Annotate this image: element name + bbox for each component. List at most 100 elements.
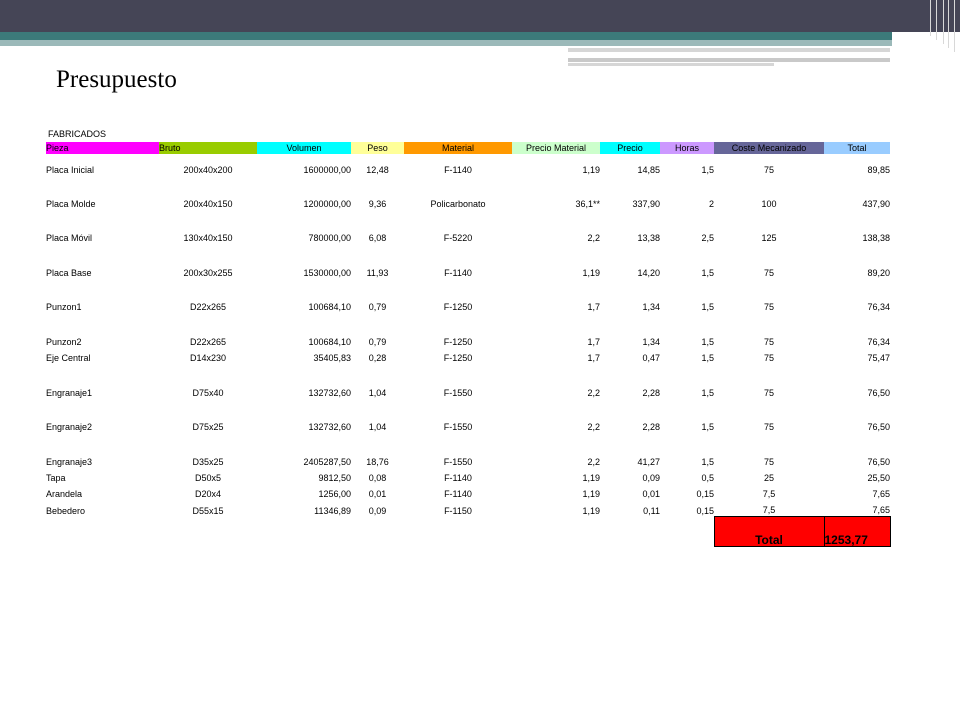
table-cell: 14,85 [637, 165, 660, 175]
table-cell: 1600000,00 [303, 165, 351, 175]
table-cell: F-1140 [444, 268, 472, 278]
table-row: Placa Molde 200x40x150 1200000,00 9,36 Polic… [46, 176, 890, 210]
table-cell: 1,5 [701, 165, 714, 175]
table-cell: 0,15 [696, 505, 714, 516]
table-cell: 0,11 [643, 505, 660, 516]
table-cell: 75 [763, 268, 774, 278]
table-cell: Tapa [46, 473, 66, 483]
page-title: Presupuesto [56, 66, 177, 93]
table-cell: Punzon1 [46, 302, 82, 312]
table-cell: 2 [708, 199, 714, 209]
table-cell: F-1550 [443, 422, 473, 432]
empty-cell [512, 517, 600, 547]
table-cell: 75 [763, 388, 774, 398]
header-cell: Volumen [257, 142, 351, 154]
table-cell: 132732,60 [308, 422, 351, 432]
header-cell: Pieza [46, 142, 159, 154]
table-cell: F-1550 [443, 388, 473, 398]
empty-cell [600, 517, 660, 547]
table-cell: 14,20 [637, 268, 660, 278]
table-cell: 0,09 [368, 505, 387, 516]
decor-vline [930, 0, 931, 36]
table-cell: 36,1** [575, 199, 600, 209]
table-cell: 1,7 [587, 337, 600, 347]
table-cell: 2,5 [701, 233, 714, 243]
empty-cell [660, 517, 714, 547]
table-row: Engranaje1 D75x40 132732,60 1,04 F-1550 2,2 2,… [46, 364, 890, 399]
table-cell: 76,50 [867, 422, 890, 432]
table-cell: Eje Central [46, 353, 91, 363]
table-cell: 76,50 [867, 457, 890, 467]
empty-cell [257, 517, 351, 547]
table-cell: Placa Móvil [46, 233, 93, 243]
table-cell: 1,34 [642, 302, 660, 312]
table-cell: 0,08 [368, 473, 387, 483]
table-cell: 100684,10 [308, 302, 351, 312]
decor-vline [954, 0, 955, 52]
table-cell: 1,5 [701, 302, 714, 312]
table-cell: 1,04 [368, 388, 387, 398]
table-cell: F-1250 [443, 353, 473, 363]
header-cell: Precio [600, 142, 660, 154]
table-cell: Engranaje2 [46, 422, 93, 432]
table-cell: 13,38 [637, 233, 660, 243]
table-cell: 7,65 [872, 489, 890, 499]
table-cell: 2405287,50 [303, 457, 351, 467]
table-cell: 76,34 [867, 302, 890, 312]
table-cell: F-1550 [443, 457, 473, 467]
table-cell: 132732,60 [308, 388, 351, 398]
table-cell: Placa Molde [46, 199, 96, 209]
table-row: Punzon2 D22x265 100684,10 0,79 F-1250 1,7 1,34… [46, 313, 890, 348]
grand-total-value: 1253,77 [823, 516, 891, 547]
table-cell: 89,20 [867, 268, 890, 278]
budget-table: Pieza Bruto Volumen Peso Material Precio Mate… [46, 142, 891, 547]
table-cell: 1,19 [582, 489, 600, 499]
table-cell: 2,2 [587, 233, 600, 243]
table-cell: D22x265 [189, 302, 227, 312]
table-cell: 12,48 [366, 165, 389, 175]
table-cell: 6,08 [368, 233, 387, 243]
table-cell: D55x15 [192, 505, 224, 516]
decor-vline [943, 0, 944, 44]
table-cell: 437,90 [862, 199, 890, 209]
table-cell: D75x25 [192, 422, 224, 432]
table-row: Placa Inicial 200x40x200 1600000,00 12,48 F-… [46, 154, 890, 176]
table-cell: F-1250 [443, 302, 473, 312]
table-cell: 75 [763, 353, 774, 363]
table-cell: D35x25 [192, 457, 224, 467]
table-cell: 1256,00 [318, 489, 351, 499]
table-cell: 130x40x150 [183, 233, 233, 243]
table-cell: 1,19 [582, 165, 600, 175]
table-cell: 11346,89 [314, 505, 351, 516]
table-cell: 7,65 [872, 505, 890, 515]
table-row: Eje Central D14x230 35405,83 0,28 F-1250 1,7 0… [46, 348, 890, 364]
table-cell: 7,5 [762, 489, 776, 499]
empty-cell [159, 517, 257, 547]
empty-cell [404, 517, 512, 547]
table-cell: 35405,83 [313, 353, 351, 363]
table-cell: 138,38 [862, 233, 890, 243]
table-cell: 0,47 [642, 353, 660, 363]
table-cell: 75,47 [867, 353, 890, 363]
table-cell: 89,85 [867, 165, 890, 175]
table-cell: Engranaje3 [46, 457, 93, 467]
grand-total-label: Total [713, 516, 825, 547]
table-cell: 1,5 [701, 422, 714, 432]
table-row: Engranaje3 D35x25 2405287,50 18,76 F-1550 2,2… [46, 433, 890, 468]
header-cell: Bruto [159, 142, 257, 154]
table-cell: 25 [763, 473, 774, 483]
total-row: Total 1253,77 [46, 516, 891, 547]
decor-line [568, 58, 890, 62]
table-cell: D75x40 [192, 388, 224, 398]
table-row: Placa Base 200x30x255 1530000,00 11,93 F-114… [46, 244, 890, 279]
table-row: Engranaje2 D75x25 132732,60 1,04 F-1550 2,2 2,… [46, 399, 890, 433]
table-cell: F-1140 [444, 489, 472, 499]
header-cell: Precio Material [512, 142, 600, 154]
table-cell: 780000,00 [308, 233, 351, 243]
table-cell: 1,5 [701, 457, 714, 467]
table-cell: 1,5 [701, 337, 714, 347]
table-cell: Engranaje1 [46, 388, 93, 398]
table-cell: F-5220 [443, 233, 473, 243]
table-cell: 75 [763, 422, 774, 432]
table-cell: 0,01 [642, 489, 660, 499]
